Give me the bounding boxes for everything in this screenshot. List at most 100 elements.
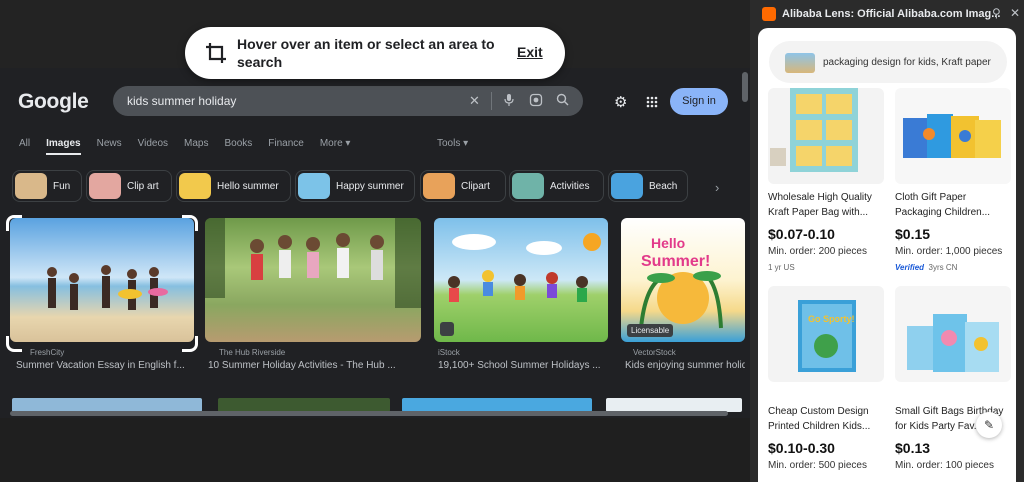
mic-icon[interactable]: [503, 93, 515, 111]
chip-label: Hello summer: [217, 181, 279, 192]
search-tabs: All Images News Videos Maps Books Financ…: [19, 138, 366, 155]
product-moq: Min. order: 500 pieces: [768, 460, 867, 471]
result-image[interactable]: [434, 218, 608, 342]
search-icon[interactable]: [556, 93, 569, 110]
product-image[interactable]: [768, 88, 884, 184]
result-title[interactable]: 10 Summer Holiday Activities - The Hub .…: [208, 360, 422, 371]
chip-clipart[interactable]: Clipart: [420, 170, 506, 202]
result-image-row2[interactable]: [12, 398, 202, 412]
selection-corner-bottom-left[interactable]: [6, 336, 22, 352]
result-image[interactable]: Hello Summer! Licensable: [621, 218, 745, 342]
product-moq: Min. order: 1,000 pieces: [895, 246, 1003, 257]
carousel-dots: [808, 176, 844, 179]
alibaba-logo-icon: [762, 7, 776, 21]
selection-corner-top-right[interactable]: [182, 215, 198, 231]
result-image-row2[interactable]: [402, 398, 592, 412]
product-image[interactable]: [895, 88, 1011, 184]
tab-images[interactable]: Images: [46, 138, 82, 155]
query-bar[interactable]: packaging design for kids, Kraft paper: [769, 41, 1007, 83]
result-image[interactable]: [205, 218, 421, 342]
tab-news[interactable]: News: [97, 138, 122, 149]
lens-icon[interactable]: [529, 93, 543, 111]
tab-more[interactable]: More ▾: [320, 138, 351, 149]
product-price: $0.15: [895, 226, 931, 242]
svg-text:Hello: Hello: [651, 235, 685, 251]
result-image-row2[interactable]: [606, 398, 742, 412]
tools-button[interactable]: Tools ▾: [437, 138, 468, 149]
product-moq: Min. order: 100 pieces: [895, 460, 994, 471]
product-name[interactable]: Cloth Gift Paper Packaging Children...: [895, 190, 1013, 220]
selection-corner-bottom-right[interactable]: [182, 336, 198, 352]
product-price: $0.13: [895, 440, 931, 456]
product-price: $0.10-0.30: [768, 440, 835, 456]
carousel-dots: [935, 176, 971, 179]
result-title[interactable]: Summer Vacation Essay in English f...: [16, 360, 196, 371]
gear-icon[interactable]: ⚙: [614, 93, 627, 111]
chip-label: Clipart: [461, 181, 490, 192]
product-image[interactable]: [895, 286, 1011, 382]
chip-beach[interactable]: Beach: [608, 170, 688, 202]
chip-thumbnail: [89, 173, 121, 199]
panel-header: Alibaba Lens: Official Alibaba.com Imag.…: [750, 0, 1024, 28]
feedback-icon: ✎: [983, 418, 995, 432]
horizontal-scrollbar[interactable]: [10, 411, 728, 416]
result-image[interactable]: [10, 218, 194, 342]
chip-label: Clip art: [127, 181, 159, 192]
toast-message: Hover over an item or select an area to …: [237, 36, 495, 70]
result-source: The Hub Riverside: [219, 348, 286, 357]
chip-clip-art[interactable]: Clip art: [86, 170, 172, 202]
query-thumbnail: [785, 53, 815, 73]
search-input[interactable]: kids summer holiday: [127, 94, 236, 108]
search-box[interactable]: kids summer holiday ✕: [113, 86, 583, 116]
chip-label: Fun: [53, 181, 71, 192]
browser-viewport: Google kids summer holiday ✕ ⚙ Sign in A…: [0, 0, 750, 482]
result-image-row2[interactable]: [218, 398, 390, 412]
product-name[interactable]: Cheap Custom Design Printed Children Kid…: [768, 404, 886, 434]
chevron-right-icon[interactable]: ›: [715, 180, 719, 195]
chip-happy-summer[interactable]: Happy summer: [295, 170, 415, 202]
product-meta: 1 yr US: [768, 263, 795, 272]
search-divider: [491, 92, 492, 110]
chip-label: Beach: [649, 181, 678, 192]
vertical-scrollbar[interactable]: [742, 72, 748, 102]
pin-icon[interactable]: ⚲: [992, 6, 1001, 20]
chip-thumbnail: [423, 173, 455, 199]
result-source: iStock: [438, 348, 460, 357]
tab-books[interactable]: Books: [224, 138, 252, 149]
close-icon[interactable]: ✕: [469, 93, 480, 109]
chip-hello-summer[interactable]: Hello summer: [176, 170, 291, 202]
sign-in-button[interactable]: Sign in: [670, 88, 728, 115]
tab-finance[interactable]: Finance: [268, 138, 304, 149]
tab-videos[interactable]: Videos: [138, 138, 168, 149]
image-badge-icon: [440, 322, 454, 336]
product-name[interactable]: Wholesale High Quality Kraft Paper Bag w…: [768, 190, 886, 220]
image-results: FreshCity Summer Vacation Essay in Engli…: [0, 218, 745, 378]
result-title[interactable]: Kids enjoying summer holid: [625, 360, 745, 371]
product-image[interactable]: Go Sporty!: [768, 286, 884, 382]
product-meta-text: 3yrs CN: [928, 263, 958, 272]
tab-maps[interactable]: Maps: [184, 138, 208, 149]
chip-thumbnail: [179, 173, 211, 199]
chip-label: Happy summer: [336, 181, 404, 192]
svg-text:Go Sporty!: Go Sporty!: [808, 314, 855, 324]
apps-icon[interactable]: [646, 95, 658, 112]
lens-instruction-toast: Hover over an item or select an area to …: [185, 27, 565, 79]
licensable-badge: Licensable: [627, 324, 674, 337]
result-source: FreshCity: [30, 348, 65, 357]
panel-content: packaging design for kids, Kraft paper W…: [758, 28, 1016, 482]
chip-fun[interactable]: Fun: [12, 170, 82, 202]
exit-button[interactable]: Exit: [517, 44, 543, 60]
close-icon[interactable]: ✕: [1010, 6, 1020, 20]
panel-title: Alibaba Lens: Official Alibaba.com Imag.…: [782, 8, 1001, 20]
tab-all[interactable]: All: [19, 138, 30, 149]
chip-thumbnail: [611, 173, 643, 199]
google-logo[interactable]: Google: [18, 90, 89, 114]
crop-icon: [205, 42, 227, 69]
result-title[interactable]: 19,100+ School Summer Holidays ...: [438, 360, 608, 371]
selection-corner-top-left[interactable]: [6, 215, 22, 231]
feedback-button[interactable]: ✎: [976, 412, 1002, 438]
filter-chips: Fun Clip art Hello summer Happy summer C…: [12, 170, 707, 202]
chip-activities[interactable]: Activities: [509, 170, 604, 202]
svg-text:Summer!: Summer!: [641, 253, 710, 270]
chip-thumbnail: [15, 173, 47, 199]
